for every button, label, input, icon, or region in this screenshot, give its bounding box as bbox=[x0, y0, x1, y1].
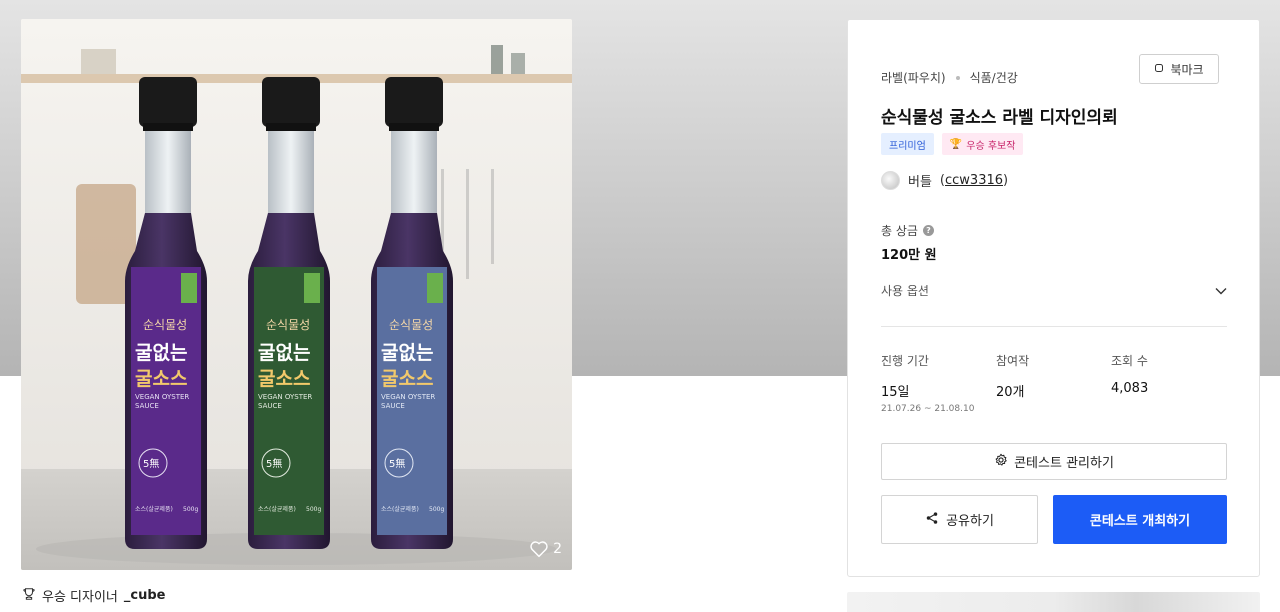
stat-participants: 참여작 20개 bbox=[996, 352, 1111, 414]
share-button[interactable]: 공유하기 bbox=[881, 495, 1038, 544]
svg-text:굴없는: 굴없는 bbox=[135, 342, 187, 364]
product-illustration: 순식물성 굴없는 굴소스 VEGAN OYSTER SAUCE 5無 소스(살균… bbox=[21, 19, 572, 570]
bookmark-button[interactable]: 북마크 bbox=[1139, 54, 1219, 84]
usage-option-toggle[interactable]: 사용 옵션 bbox=[881, 282, 1227, 299]
svg-text:5無: 5無 bbox=[389, 457, 405, 470]
avatar[interactable] bbox=[881, 171, 900, 190]
stat-views: 조회 수 4,083 bbox=[1111, 352, 1226, 414]
prize-value: 120만 원 bbox=[881, 248, 937, 263]
divider bbox=[881, 326, 1227, 327]
svg-text:5無: 5無 bbox=[143, 457, 159, 470]
stat-period-range: 21.07.26 ~ 21.08.10 bbox=[881, 404, 975, 414]
product-image[interactable]: 순식물성 굴없는 굴소스 VEGAN OYSTER SAUCE 5無 소스(살균… bbox=[21, 19, 572, 570]
svg-text:순식물성: 순식물성 bbox=[143, 318, 187, 332]
like-count: 2 bbox=[553, 541, 562, 557]
help-icon[interactable]: ? bbox=[922, 225, 934, 236]
gear-icon bbox=[994, 453, 1008, 471]
banner-strip[interactable] bbox=[847, 592, 1260, 612]
separator-dot bbox=[955, 75, 960, 80]
bookmark-icon bbox=[1154, 62, 1164, 76]
designer-handle[interactable]: ccw3316 bbox=[945, 173, 1003, 188]
stat-period: 진행 기간 15일 21.07.26 ~ 21.08.10 bbox=[881, 352, 996, 414]
stat-value: 15일 bbox=[881, 385, 910, 400]
premium-badge: 프리미엄 bbox=[881, 133, 934, 155]
svg-text:굴소스: 굴소스 bbox=[258, 368, 310, 390]
winner-designer: 우승 디자이너 _cube bbox=[22, 586, 166, 605]
share-icon bbox=[925, 511, 939, 529]
trophy-icon bbox=[22, 587, 36, 605]
svg-text:굴없는: 굴없는 bbox=[381, 342, 433, 364]
category-main[interactable]: 라벨(파우치) bbox=[881, 69, 946, 86]
svg-text:굴없는: 굴없는 bbox=[258, 342, 310, 364]
badges: 프리미엄 🏆 우승 후보작 bbox=[881, 133, 1024, 155]
svg-text:SAUCE: SAUCE bbox=[381, 402, 405, 410]
stat-label: 진행 기간 bbox=[881, 354, 929, 368]
svg-text:소스(살균제품): 소스(살균제품) bbox=[258, 505, 296, 513]
trophy-icon: 🏆 bbox=[949, 138, 963, 150]
breadcrumb: 라벨(파우치) 식품/건강 bbox=[881, 69, 1018, 86]
winner-candidate-label: 우승 후보작 bbox=[966, 140, 1016, 152]
manage-contest-button[interactable]: 콘테스트 관리하기 bbox=[881, 443, 1227, 480]
share-label: 공유하기 bbox=[946, 514, 994, 529]
host-contest-label: 콘테스트 개최하기 bbox=[1089, 514, 1191, 529]
svg-text:순식물성: 순식물성 bbox=[266, 318, 310, 332]
heart-icon bbox=[529, 540, 549, 558]
contest-stats: 진행 기간 15일 21.07.26 ~ 21.08.10 참여작 20개 조회… bbox=[881, 352, 1226, 414]
host-contest-button[interactable]: 콘테스트 개최하기 bbox=[1053, 495, 1227, 544]
prize-label: 총 상금 ? bbox=[881, 222, 934, 239]
stat-value: 4,083 bbox=[1111, 381, 1149, 396]
svg-text:5無: 5無 bbox=[266, 457, 282, 470]
manage-contest-label: 콘테스트 관리하기 bbox=[1014, 456, 1114, 471]
svg-text:VEGAN OYSTER: VEGAN OYSTER bbox=[135, 393, 189, 401]
svg-text:500g: 500g bbox=[429, 506, 444, 513]
svg-text:굴소스: 굴소스 bbox=[381, 368, 433, 390]
usage-option-label: 사용 옵션 bbox=[881, 284, 929, 298]
svg-text:순식물성: 순식물성 bbox=[389, 318, 433, 332]
winner-candidate-badge: 🏆 우승 후보작 bbox=[941, 133, 1024, 155]
svg-text:굴소스: 굴소스 bbox=[135, 368, 187, 390]
bookmark-label: 북마크 bbox=[1170, 62, 1204, 77]
svg-text:VEGAN OYSTER: VEGAN OYSTER bbox=[258, 393, 312, 401]
svg-text:500g: 500g bbox=[183, 506, 198, 513]
svg-text:VEGAN OYSTER: VEGAN OYSTER bbox=[381, 393, 435, 401]
svg-text:소스(살균제품): 소스(살균제품) bbox=[381, 505, 419, 513]
svg-text:500g: 500g bbox=[306, 506, 321, 513]
winner-label: 우승 디자이너 bbox=[42, 590, 118, 605]
winner-name[interactable]: _cube bbox=[124, 588, 166, 603]
chevron-down-icon bbox=[1215, 284, 1227, 298]
stat-label: 참여작 bbox=[996, 354, 1030, 368]
contest-info-card: 라벨(파우치) 식품/건강 북마크 순식물성 굴소스 라벨 디자인의뢰 프리미엄… bbox=[847, 19, 1260, 577]
designer-info: 버틀 (ccw3316) bbox=[881, 171, 1008, 190]
contest-title: 순식물성 굴소스 라벨 디자인의뢰 bbox=[881, 108, 1118, 128]
stat-label: 조회 수 bbox=[1111, 354, 1148, 368]
svg-text:SAUCE: SAUCE bbox=[135, 402, 159, 410]
prize-label-text: 총 상금 bbox=[881, 224, 918, 238]
like-button[interactable]: 2 bbox=[529, 540, 562, 558]
svg-text:소스(살균제품): 소스(살균제품) bbox=[135, 505, 173, 513]
designer-name: 버틀 bbox=[908, 175, 932, 190]
category-sub[interactable]: 식품/건강 bbox=[970, 69, 1018, 86]
stat-value: 20개 bbox=[996, 385, 1025, 400]
svg-text:SAUCE: SAUCE bbox=[258, 402, 282, 410]
designer-handle-wrap[interactable]: (ccw3316) bbox=[940, 173, 1008, 188]
